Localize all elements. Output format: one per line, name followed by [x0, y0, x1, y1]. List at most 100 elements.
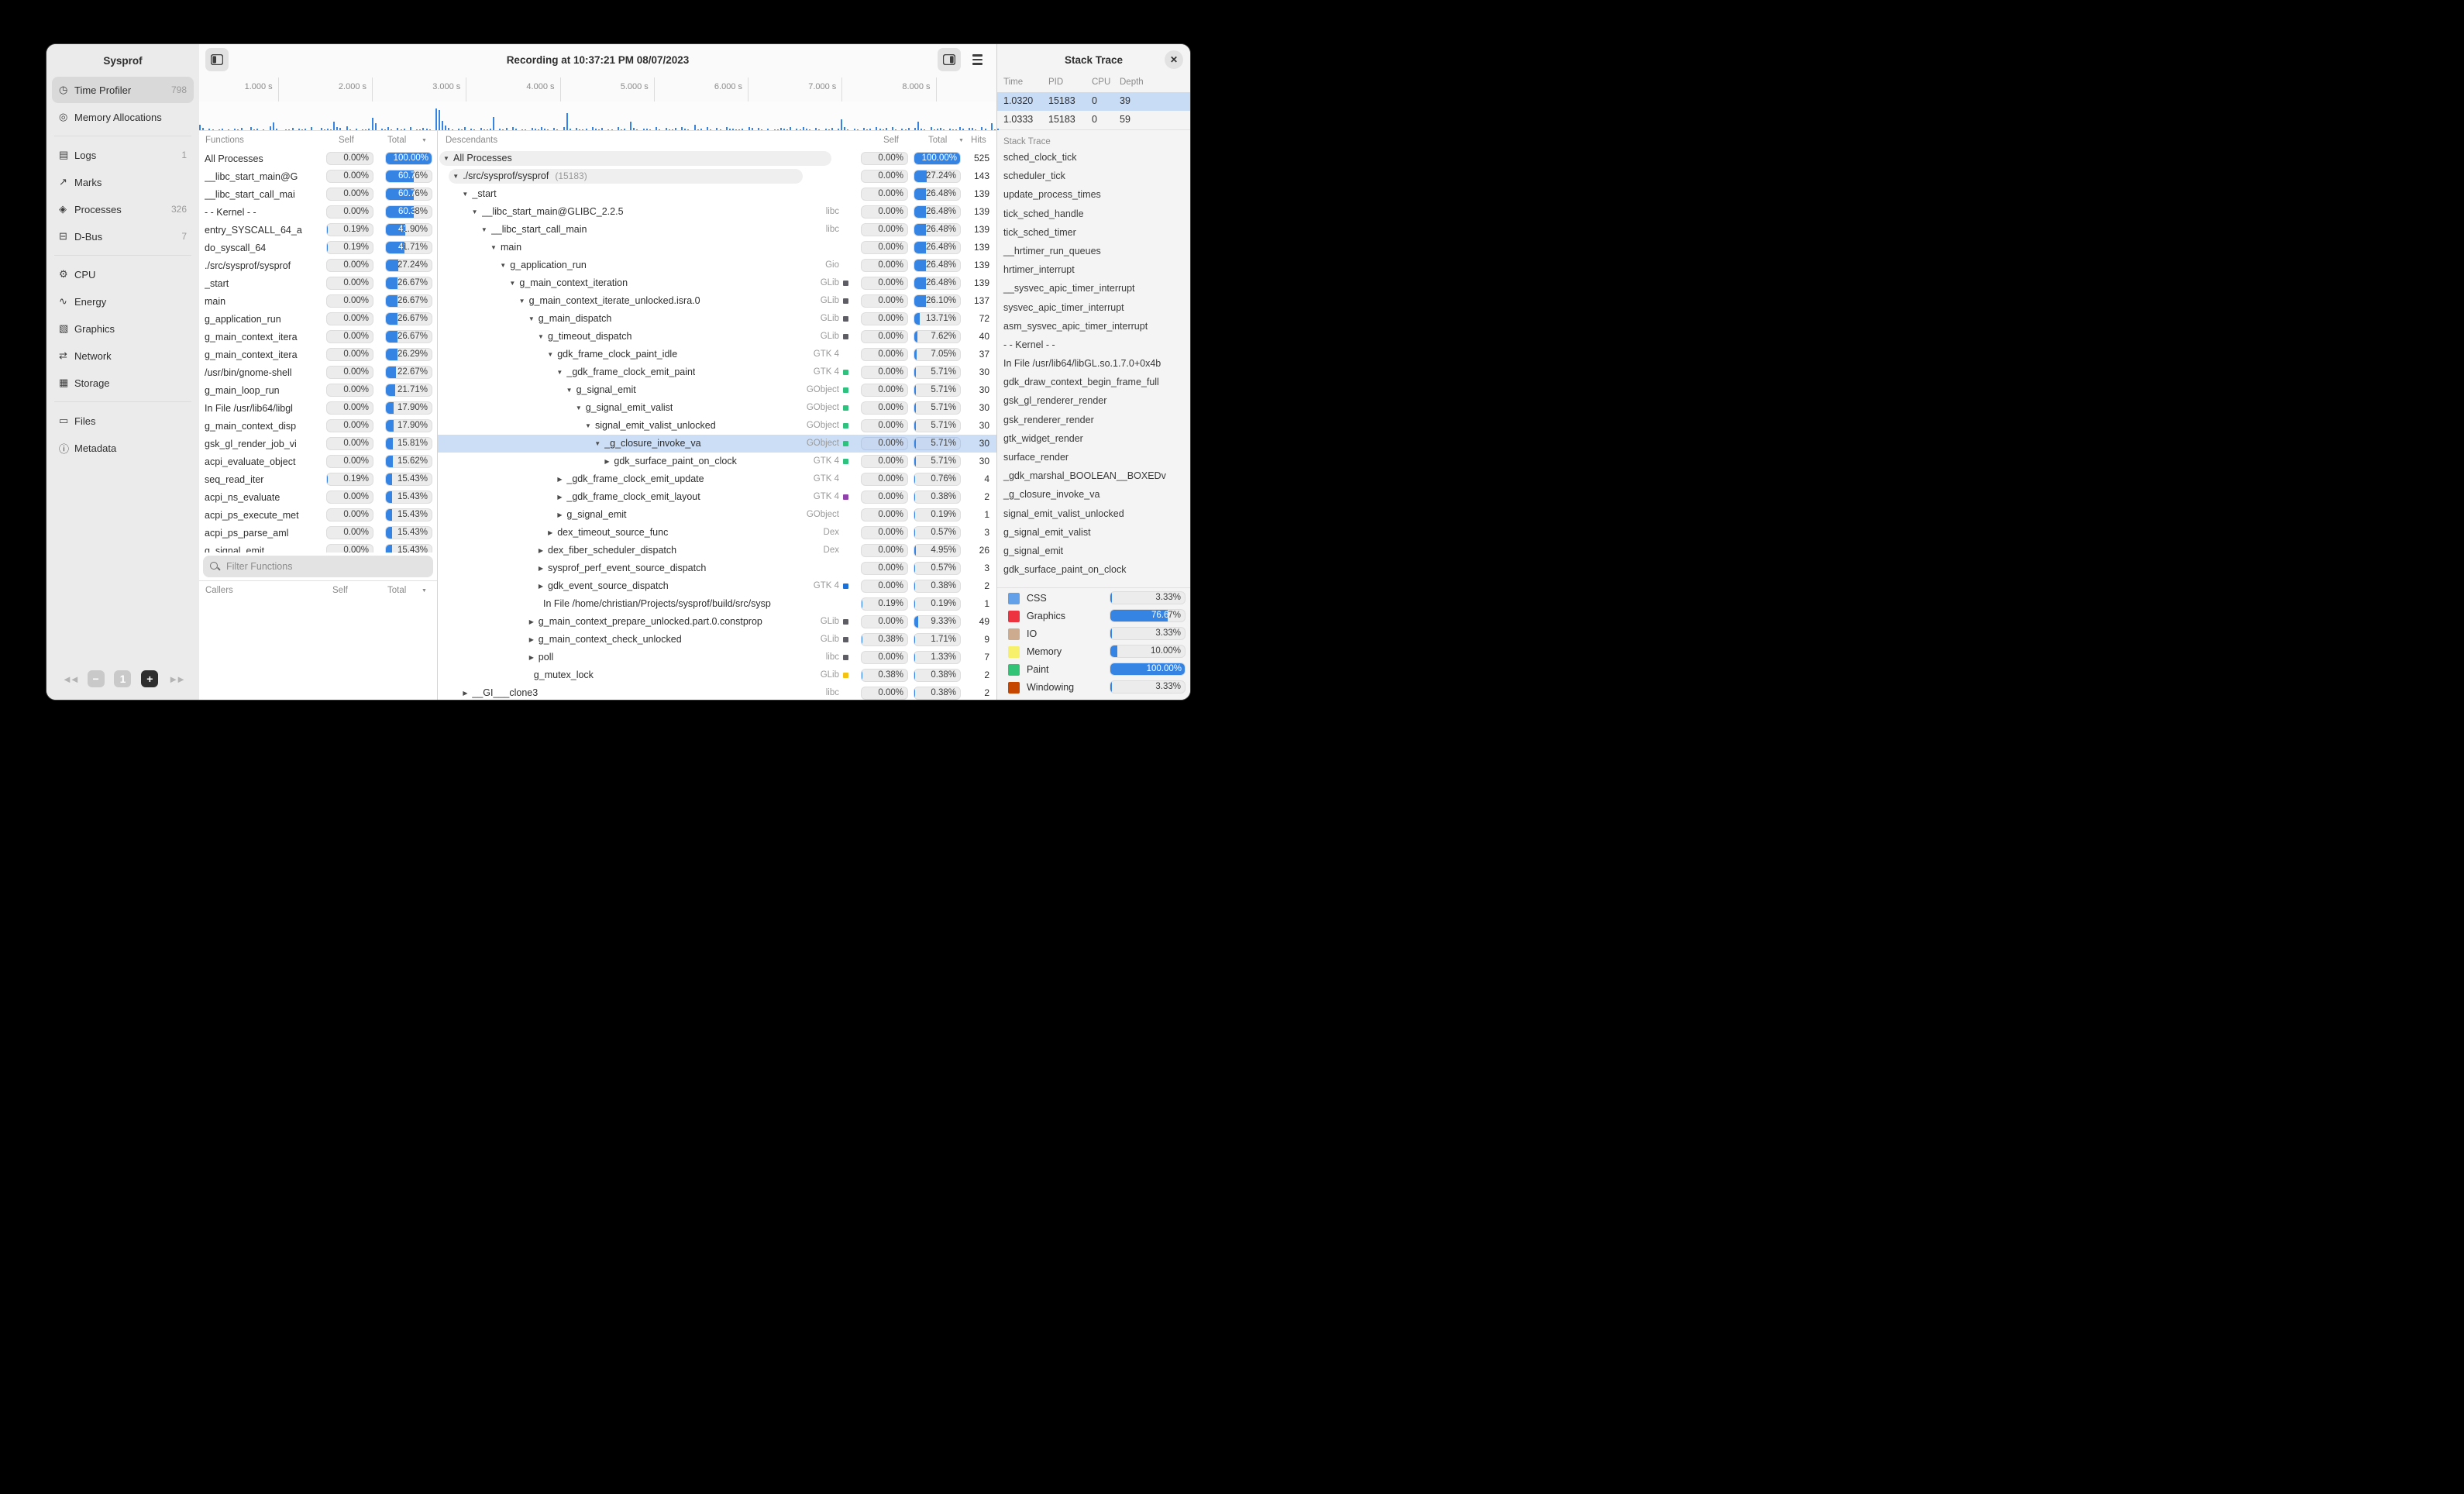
callers-col-label[interactable]: Callers — [205, 586, 233, 595]
timeline-ruler[interactable]: 1.000 s2.000 s3.000 s4.000 s5.000 s6.000… — [199, 75, 996, 102]
descendant-row[interactable]: ▶_gdk_frame_clock_emit_updateGTK 40.00%0… — [438, 470, 996, 488]
collapse-icon[interactable]: ▼ — [490, 239, 497, 256]
collapse-icon[interactable]: ▼ — [594, 435, 601, 453]
stack-frame[interactable]: sysvec_apic_timer_interrupt — [997, 298, 1190, 317]
expand-icon[interactable]: ▶ — [556, 488, 563, 506]
zoom-level-button[interactable]: 1 — [114, 670, 131, 687]
descendant-row[interactable]: ▶g_main_context_check_unlockedGLib0.38%0… — [438, 631, 996, 649]
descendant-row[interactable]: ▼g_application_runGio0.00%26.48%26.48%13… — [438, 256, 996, 274]
sidebar-item-time-profiler[interactable]: ◷Time Profiler798 — [52, 77, 194, 103]
function-row[interactable]: - - Kernel - -0.00%60.38%60.38% — [199, 203, 437, 221]
collapse-icon[interactable]: ▼ — [546, 346, 554, 363]
descendant-row[interactable]: ▶dex_fiber_scheduler_dispatchDex0.00%4.9… — [438, 542, 996, 559]
stack-frame[interactable]: update_process_times — [997, 185, 1190, 204]
stack-frame[interactable]: __hrtimer_run_queues — [997, 242, 1190, 260]
forward-icon[interactable]: ►► — [168, 673, 184, 685]
sidebar-item-energy[interactable]: ∿Energy — [52, 288, 194, 315]
stack-frame[interactable]: g_signal_emit_valist — [997, 523, 1190, 542]
sidebar-item-d-bus[interactable]: ⊟D-Bus7 — [52, 223, 194, 250]
descendant-row[interactable]: In File /home/christian/Projects/sysprof… — [438, 595, 996, 613]
descendant-row[interactable]: ▼__libc_start_main@GLIBC_2.2.5libc0.00%2… — [438, 203, 996, 221]
function-row[interactable]: acpi_ps_execute_met0.00%15.43%15.43% — [199, 506, 437, 524]
stack-frame[interactable]: g_signal_emit — [997, 542, 1190, 560]
descendant-row[interactable]: g_mutex_lockGLib0.38%0.38%0.38%0.38%2 — [438, 666, 996, 684]
stack-frame[interactable]: signal_emit_valist_unlocked — [997, 504, 1190, 523]
collapse-icon[interactable]: ▼ — [461, 185, 469, 203]
stack-frame[interactable]: surface_render — [997, 448, 1190, 466]
descendant-row[interactable]: ▼main0.00%26.48%26.48%139 — [438, 239, 996, 256]
sidebar-item-memory-allocations[interactable]: ◎Memory Allocations — [52, 104, 194, 130]
stack-frame[interactable]: In File /usr/lib64/libGL.so.1.7.0+0x4b — [997, 354, 1190, 373]
samples-col-depth[interactable]: Depth — [1120, 77, 1144, 87]
descendant-row[interactable]: ▼g_signal_emitGObject0.00%5.71%5.71%30 — [438, 381, 996, 399]
desc-total-col-label[interactable]: Total — [928, 136, 947, 145]
function-row[interactable]: In File /usr/lib64/libgl0.00%17.90%17.90… — [199, 399, 437, 417]
expand-icon[interactable]: ▶ — [537, 577, 545, 595]
descendant-row[interactable]: ▶g_main_context_prepare_unlocked.part.0.… — [438, 613, 996, 631]
functions-col-label[interactable]: Functions — [205, 136, 244, 145]
stack-frame[interactable]: tick_sched_timer — [997, 223, 1190, 242]
descendant-row[interactable]: ▶sysprof_perf_event_source_dispatch0.00%… — [438, 559, 996, 577]
function-row[interactable]: acpi_ps_parse_aml0.00%15.43%15.43% — [199, 524, 437, 542]
function-row[interactable]: g_main_context_itera0.00%26.29%26.29% — [199, 346, 437, 363]
collapse-icon[interactable]: ▼ — [480, 221, 488, 239]
stack-frame[interactable]: asm_sysvec_apic_timer_interrupt — [997, 317, 1190, 336]
descendant-row[interactable]: ▶g_signal_emitGObject0.00%0.19%0.19%1 — [438, 506, 996, 524]
sidebar-item-marks[interactable]: ↗Marks — [52, 169, 194, 195]
descendant-row[interactable]: ▼g_main_context_iterationGLib0.00%26.48%… — [438, 274, 996, 292]
samples-col-pid[interactable]: PID — [1048, 77, 1063, 87]
function-row[interactable]: g_signal_emit0.00%15.43%15.43% — [199, 542, 437, 553]
function-row[interactable]: ./src/sysprof/sysprof0.00%27.24%27.24% — [199, 256, 437, 274]
sidebar-item-metadata[interactable]: ⓘMetadata — [52, 435, 194, 461]
samples-col-time[interactable]: Time — [1003, 77, 1023, 87]
collapse-icon[interactable]: ▼ — [508, 274, 516, 292]
descendant-row[interactable]: ▶__GI___clone3libc0.00%0.38%0.38%2 — [438, 684, 996, 700]
hits-col-label[interactable]: Hits — [971, 136, 986, 145]
close-icon[interactable]: ✕ — [1165, 50, 1183, 69]
stack-frame[interactable]: - - Kernel - - — [997, 336, 1190, 354]
stack-frame[interactable]: hrtimer_interrupt — [997, 260, 1190, 279]
descendant-row[interactable]: ▼gdk_frame_clock_paint_idleGTK 40.00%7.0… — [438, 346, 996, 363]
sidebar-item-graphics[interactable]: ▧Graphics — [52, 315, 194, 342]
function-row[interactable]: __libc_start_main@G0.00%60.76%60.76% — [199, 167, 437, 185]
expand-icon[interactable]: ▶ — [461, 684, 469, 700]
function-row[interactable]: __libc_start_call_mai0.00%60.76%60.76% — [199, 185, 437, 203]
collapse-icon[interactable]: ▼ — [537, 328, 545, 346]
descendant-row[interactable]: ▶gdk_surface_paint_on_clockGTK 40.00%5.7… — [438, 453, 996, 470]
filter-functions-input[interactable]: Filter Functions — [203, 556, 433, 577]
function-row[interactable]: _start0.00%26.67%26.67% — [199, 274, 437, 292]
cpu-histogram[interactable] — [199, 102, 996, 130]
descendant-row[interactable]: ▶_gdk_frame_clock_emit_layoutGTK 40.00%0… — [438, 488, 996, 506]
collapse-icon[interactable]: ▼ — [452, 167, 459, 185]
descendant-row[interactable]: ▼All Processes0.00%100.00%100.00%525 — [438, 150, 996, 167]
expand-icon[interactable]: ▶ — [556, 470, 563, 488]
stack-frame[interactable]: __sysvec_apic_timer_interrupt — [997, 279, 1190, 298]
descendant-row[interactable]: ▼_g_closure_invoke_vaGObject0.00%5.71%5.… — [438, 435, 996, 453]
stack-frame[interactable]: _gdk_marshal_BOOLEAN__BOXEDv — [997, 466, 1190, 485]
stack-frame[interactable]: gdk_draw_context_begin_frame_full — [997, 373, 1190, 391]
sidebar-item-processes[interactable]: ◈Processes326 — [52, 196, 194, 222]
function-row[interactable]: do_syscall_640.19%0.19%41.71%41.71% — [199, 239, 437, 256]
stack-frame[interactable]: tick_sched_handle — [997, 205, 1190, 223]
function-row[interactable]: /usr/bin/gnome-shell0.00%22.67%22.67% — [199, 363, 437, 381]
expand-icon[interactable]: ▶ — [528, 649, 535, 666]
descendant-row[interactable]: ▶gdk_event_source_dispatchGTK 40.00%0.38… — [438, 577, 996, 595]
sidebar-item-storage[interactable]: ▦Storage — [52, 370, 194, 396]
collapse-icon[interactable]: ▼ — [518, 292, 526, 310]
collapse-icon[interactable]: ▼ — [471, 203, 479, 221]
stack-frame[interactable]: gsk_renderer_render — [997, 411, 1190, 429]
total-col-label[interactable]: Total — [387, 136, 406, 145]
descendants-col-label[interactable]: Descendants — [446, 136, 497, 145]
descendant-row[interactable]: ▼g_signal_emit_valistGObject0.00%5.71%5.… — [438, 399, 996, 417]
expand-icon[interactable]: ▶ — [603, 453, 611, 470]
descendant-row[interactable]: ▼signal_emit_valist_unlockedGObject0.00%… — [438, 417, 996, 435]
function-row[interactable]: main0.00%26.67%26.67% — [199, 292, 437, 310]
descendant-row[interactable]: ▼__libc_start_call_mainlibc0.00%26.48%26… — [438, 221, 996, 239]
descendant-row[interactable]: ▶polllibc0.00%1.33%1.33%7 — [438, 649, 996, 666]
descendant-row[interactable]: ▼_gdk_frame_clock_emit_paintGTK 40.00%5.… — [438, 363, 996, 381]
collapse-icon[interactable]: ▼ — [499, 256, 507, 274]
sample-row[interactable]: 1.032015183039 — [997, 92, 1190, 111]
sidebar-toggle-button[interactable] — [205, 48, 229, 71]
menu-button[interactable] — [965, 48, 989, 71]
sidebar-item-files[interactable]: ▭Files — [52, 408, 194, 434]
